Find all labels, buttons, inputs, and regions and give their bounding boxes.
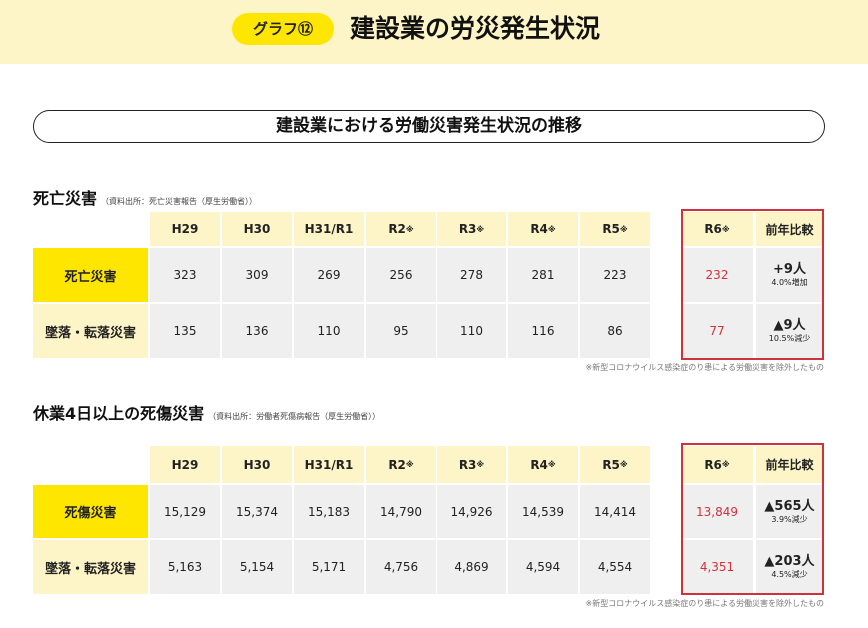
column-header: R3 ※: [437, 212, 506, 246]
column-header: R5 ※: [580, 446, 650, 483]
column-header-label: R3: [458, 222, 477, 236]
footnote: ※新型コロナウイルス感染症のり患による労働災害を除外したもの: [585, 363, 824, 372]
row-label: 死亡災害: [33, 248, 148, 302]
column-header: R5 ※: [580, 212, 650, 246]
data-cell: 5,171: [294, 540, 364, 594]
data-cell: 15,183: [294, 485, 364, 538]
column-header: H31/R1: [294, 446, 364, 483]
asterisk-mark: ※: [619, 460, 628, 469]
data-cell: 4,869: [437, 540, 506, 594]
column-header-label: H30: [243, 222, 271, 236]
column-header-label: H29: [171, 222, 199, 236]
data-cell: 14,539: [508, 485, 578, 538]
header-banner: グラフ⑫ 建設業の労災発生状況: [0, 0, 868, 64]
data-cell: 14,926: [437, 485, 506, 538]
data-cell: 269: [294, 248, 364, 302]
column-header-label: R4: [530, 457, 548, 472]
column-header-label: H29: [171, 457, 199, 472]
asterisk-mark: ※: [405, 224, 414, 234]
data-cell: 15,374: [222, 485, 292, 538]
data-cell: 95: [366, 304, 436, 358]
asterisk-mark: ※: [476, 460, 485, 469]
data-cell: 256: [366, 248, 436, 302]
column-header: H30: [222, 212, 292, 246]
data-cell: 278: [437, 248, 506, 302]
column-header-label: R3: [458, 457, 477, 472]
data-cell: 5,163: [150, 540, 220, 594]
data-cell: 323: [150, 248, 220, 302]
column-header-label: H31/R1: [304, 222, 354, 236]
column-header: R2 ※: [366, 446, 436, 483]
data-cell: 116: [508, 304, 578, 358]
column-header-label: H30: [243, 457, 271, 472]
data-cell: 4,756: [366, 540, 436, 594]
data-cell: 14,414: [580, 485, 650, 538]
column-header-label: R2: [388, 457, 406, 472]
data-cell: 223: [580, 248, 650, 302]
asterisk-mark: ※: [405, 460, 414, 469]
section-title-injury: 休業4日以上の死傷災害 （資料出所：労働者死傷病報告（厚生労働省））: [33, 400, 380, 424]
row-label: 死傷災害: [33, 485, 148, 538]
highlight-box: [681, 209, 824, 360]
page-title: 建設業の労災発生状況: [350, 14, 601, 43]
asterisk-mark: ※: [619, 224, 628, 234]
asterisk-mark: ※: [547, 224, 556, 234]
column-header-label: R5: [602, 222, 620, 236]
data-cell: 136: [222, 304, 292, 358]
column-header: R4 ※: [508, 212, 578, 246]
highlight-box: [681, 443, 824, 595]
column-header: H30: [222, 446, 292, 483]
column-header: R2 ※: [366, 212, 436, 246]
column-header-label: R2: [388, 222, 406, 236]
column-header-label: R5: [602, 457, 620, 472]
column-header: R4 ※: [508, 446, 578, 483]
data-cell: 86: [580, 304, 650, 358]
section-title-text: 死亡災害: [33, 189, 98, 208]
asterisk-mark: ※: [547, 460, 556, 469]
data-cell: 4,594: [508, 540, 578, 594]
data-cell: 5,154: [222, 540, 292, 594]
asterisk-mark: ※: [476, 224, 485, 234]
subtitle: 建設業における労働災害発生状況の推移: [33, 110, 825, 143]
column-header-label: R4: [530, 222, 548, 236]
data-cell: 4,554: [580, 540, 650, 594]
graph-number-badge: グラフ⑫: [232, 13, 334, 45]
data-cell: 110: [437, 304, 506, 358]
data-cell: 15,129: [150, 485, 220, 538]
section-title-text: 休業4日以上の死傷災害: [33, 404, 205, 423]
column-header-label: H31/R1: [304, 457, 354, 472]
row-label: 墜落・転落災害: [33, 304, 148, 358]
column-header: H29: [150, 212, 220, 246]
data-cell: 110: [294, 304, 364, 358]
section-title-fatal: 死亡災害 （資料出所：死亡災害報告（厚生労働省））: [33, 185, 257, 209]
column-header: R3 ※: [437, 446, 506, 483]
column-header: H31/R1: [294, 212, 364, 246]
section-source: （資料出所：死亡災害報告（厚生労働省））: [101, 197, 258, 206]
data-cell: 14,790: [366, 485, 436, 538]
row-label: 墜落・転落災害: [33, 540, 148, 594]
footnote: ※新型コロナウイルス感染症のり患による労働災害を除外したもの: [585, 599, 824, 608]
section-source: （資料出所：労働者死傷病報告（厚生労働省））: [208, 412, 381, 421]
data-cell: 135: [150, 304, 220, 358]
data-cell: 309: [222, 248, 292, 302]
column-header: H29: [150, 446, 220, 483]
data-cell: 281: [508, 248, 578, 302]
